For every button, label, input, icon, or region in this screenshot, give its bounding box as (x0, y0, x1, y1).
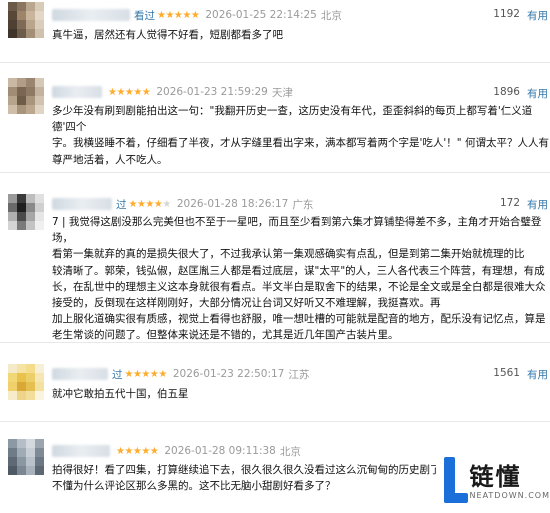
avatar[interactable] (8, 2, 44, 38)
vote-count: 1561 (493, 367, 520, 379)
useful-button[interactable]: 有用 (527, 197, 548, 212)
divider (0, 62, 550, 63)
rating-stars: ★★★★★ (128, 198, 172, 210)
comment-line: 较清晰了。郭荣，钱弘俶，赵匡胤三人都是看过底层，谋"太平"的人，三人各代表三个阵… (52, 264, 545, 277)
comment-text: 拍得很好！看了四集，打算继续追下去，很久很久很久没看过这么沉甸甸的历史剧了。不 … (52, 462, 462, 494)
comment-line: 就冲它敢拍五代十国，伯五星 (52, 388, 189, 400)
comment-text: 7 | 我觉得这剧没那么完美但也不至于一星吧，而且至少看到第六集才算铺垫得差不多… (52, 214, 550, 344)
comment-line: 真牛逼，居然还有人觉得不好看，短剧都看多了吧 (52, 29, 283, 41)
username[interactable] (52, 368, 108, 380)
vote-count: 172 (499, 197, 520, 209)
comment-location: 广东 (292, 198, 314, 211)
watermark-text: 链懂 NEATDOWN.COM (470, 463, 550, 500)
useful-button[interactable]: 有用 (527, 8, 548, 23)
comment-line: 7 | 我觉得这剧没那么完美但也不至于一星吧，而且至少看到第六集才算铺垫得差不多… (52, 216, 542, 245)
watermark-domain: NEATDOWN.COM (469, 491, 550, 500)
comment-line: 加上服化道确实很有质感，视觉上看得也舒服，唯一想吐槽的可能就是配音的地方，配乐没… (52, 313, 546, 326)
comment-meta: 过 ★★★★★ 2026-01-28 18:26:17 广东 (52, 196, 313, 212)
comment-text: 就冲它敢拍五代十国，伯五星 (52, 386, 189, 402)
comment-time: 2026-01-25 22:14:25 (205, 9, 317, 21)
comment-line: 多少年没有刷到剧能拍出这一句："我翻开历史一查，这历史没有年代，歪歪斜斜的每页上… (52, 105, 533, 134)
comment-time: 2026-01-28 18:26:17 (176, 198, 289, 210)
comment-location: 北京 (320, 9, 342, 22)
username[interactable] (52, 86, 102, 98)
useful-button[interactable]: 有用 (527, 86, 548, 101)
watch-status: 过 (112, 368, 123, 381)
vote-count: 1192 (493, 8, 520, 20)
divider (0, 421, 550, 422)
comment-line: 看第一集就弃的真的是损失很大了，不过我承认第一集观感确实有点乱，但是到第二集开始… (52, 248, 525, 261)
comment-time: 2026-01-23 21:59:29 (156, 86, 268, 98)
useful-button[interactable]: 有用 (527, 367, 548, 382)
rating-stars: ★★★★★ (116, 445, 159, 457)
avatar[interactable] (8, 194, 44, 230)
rating-stars: ★★★★★ (108, 86, 151, 98)
comment-line: 尊严地活着，人不吃人。 (52, 153, 168, 166)
comment-location: 天津 (271, 86, 293, 99)
comment-meta: 看过 ★★★★★ 2026-01-25 22:14:25 北京 (52, 7, 342, 23)
avatar[interactable] (8, 439, 44, 475)
comment-time: 2026-01-23 22:50:17 (172, 368, 285, 380)
comment-line: 不懂为什么评论区那么多黑的。这不比无脑小甜剧好看多了？ (52, 480, 336, 493)
comment-line: 字。我横竖睡不着，仔细看了半夜，才从字缝里看出字来，满本都写着两个字是'吃人'！… (52, 137, 549, 150)
comment-location: 北京 (279, 445, 301, 458)
divider (0, 172, 550, 173)
watermark: 链懂 NEATDOWN.COM (436, 450, 550, 513)
divider (0, 342, 550, 343)
username[interactable] (52, 198, 112, 210)
comment-line: 接受的，反倒现在这样刚刚好，大部分情况让台词又好听又不难理解，我挺喜欢。再 (52, 297, 441, 310)
comment-meta: ★★★★★ 2026-01-23 21:59:29 天津 (52, 84, 293, 100)
vote-count: 1896 (493, 86, 520, 98)
watch-status: 过 (116, 198, 127, 211)
rating-stars: ★★★★★ (124, 368, 168, 380)
watch-status: 看过 (134, 9, 155, 22)
avatar[interactable] (8, 364, 44, 400)
watermark-brand: 链懂 (469, 463, 522, 491)
comment-text: 多少年没有刷到剧能拍出这一句："我翻开历史一查，这历史没有年代，歪歪斜斜的每页上… (52, 103, 550, 168)
comment-meta: ★★★★★ 2026-01-28 09:11:38 北京 (52, 443, 301, 459)
comment-text: 真牛逼，居然还有人觉得不好看，短剧都看多了吧 (52, 27, 283, 43)
username[interactable] (52, 445, 110, 457)
watermark-logo-icon (440, 456, 468, 507)
avatar[interactable] (8, 78, 44, 114)
username[interactable] (52, 9, 130, 21)
rating-stars: ★★★★★ (157, 9, 200, 21)
comment-time: 2026-01-28 09:11:38 (164, 445, 276, 457)
comment-location: 江苏 (288, 368, 310, 381)
comment-line: 拍得很好！看了四集，打算继续追下去，很久很久很久没看过这么沉甸甸的历史剧了。不 (52, 464, 462, 476)
comment-meta: 过 ★★★★★ 2026-01-23 22:50:17 江苏 (52, 366, 309, 382)
comment-line: 长，在乱世中的理想主义这本身就很有看点。半文半白是取舍下的结果，不论是全文或是全… (52, 280, 546, 293)
